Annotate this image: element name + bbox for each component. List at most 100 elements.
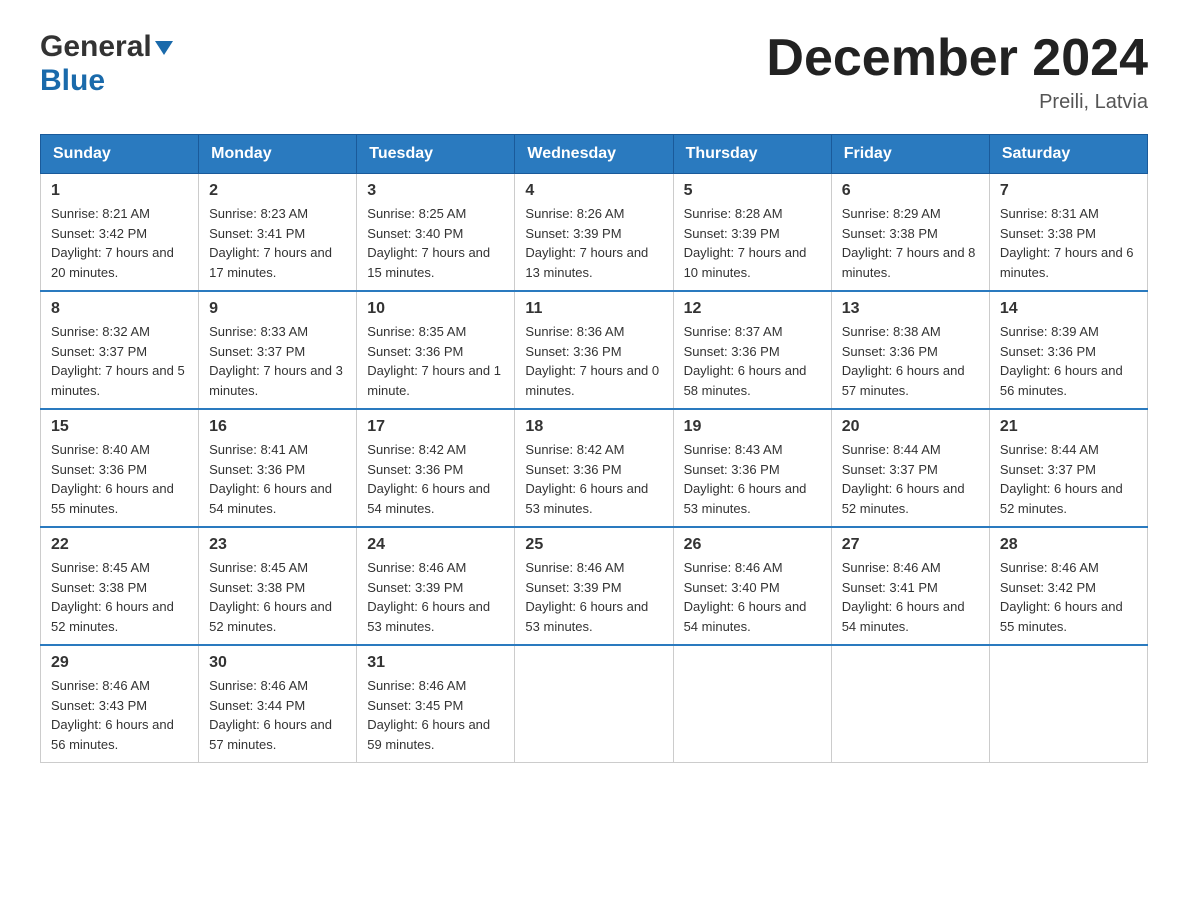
calendar-day-15: 15 Sunrise: 8:40 AM Sunset: 3:36 PM Dayl… — [41, 409, 199, 527]
calendar-table: Sunday Monday Tuesday Wednesday Thursday… — [40, 134, 1148, 763]
day-number: 20 — [842, 418, 979, 436]
day-info: Sunrise: 8:43 AM Sunset: 3:36 PM Dayligh… — [684, 440, 821, 518]
day-number: 28 — [1000, 536, 1137, 554]
day-number: 31 — [367, 654, 504, 672]
day-info: Sunrise: 8:46 AM Sunset: 3:39 PM Dayligh… — [525, 558, 662, 636]
day-info: Sunrise: 8:42 AM Sunset: 3:36 PM Dayligh… — [367, 440, 504, 518]
day-number: 2 — [209, 182, 346, 200]
calendar-day-3: 3 Sunrise: 8:25 AM Sunset: 3:40 PM Dayli… — [357, 174, 515, 292]
day-info: Sunrise: 8:42 AM Sunset: 3:36 PM Dayligh… — [525, 440, 662, 518]
calendar-week-3: 15 Sunrise: 8:40 AM Sunset: 3:36 PM Dayl… — [41, 409, 1148, 527]
calendar-day-28: 28 Sunrise: 8:46 AM Sunset: 3:42 PM Dayl… — [989, 527, 1147, 645]
calendar-week-2: 8 Sunrise: 8:32 AM Sunset: 3:37 PM Dayli… — [41, 291, 1148, 409]
calendar-day-22: 22 Sunrise: 8:45 AM Sunset: 3:38 PM Dayl… — [41, 527, 199, 645]
day-info: Sunrise: 8:36 AM Sunset: 3:36 PM Dayligh… — [525, 322, 662, 400]
day-number: 4 — [525, 182, 662, 200]
calendar-day-27: 27 Sunrise: 8:46 AM Sunset: 3:41 PM Dayl… — [831, 527, 989, 645]
calendar-day-6: 6 Sunrise: 8:29 AM Sunset: 3:38 PM Dayli… — [831, 174, 989, 292]
calendar-day-24: 24 Sunrise: 8:46 AM Sunset: 3:39 PM Dayl… — [357, 527, 515, 645]
day-info: Sunrise: 8:39 AM Sunset: 3:36 PM Dayligh… — [1000, 322, 1137, 400]
location-label: Preili, Latvia — [766, 91, 1148, 114]
calendar-empty-4-3 — [515, 645, 673, 763]
day-info: Sunrise: 8:31 AM Sunset: 3:38 PM Dayligh… — [1000, 204, 1137, 282]
calendar-day-8: 8 Sunrise: 8:32 AM Sunset: 3:37 PM Dayli… — [41, 291, 199, 409]
day-info: Sunrise: 8:38 AM Sunset: 3:36 PM Dayligh… — [842, 322, 979, 400]
calendar-day-16: 16 Sunrise: 8:41 AM Sunset: 3:36 PM Dayl… — [199, 409, 357, 527]
calendar-day-12: 12 Sunrise: 8:37 AM Sunset: 3:36 PM Dayl… — [673, 291, 831, 409]
day-number: 22 — [51, 536, 188, 554]
calendar-empty-4-5 — [831, 645, 989, 763]
day-info: Sunrise: 8:46 AM Sunset: 3:44 PM Dayligh… — [209, 676, 346, 754]
day-number: 24 — [367, 536, 504, 554]
calendar-day-25: 25 Sunrise: 8:46 AM Sunset: 3:39 PM Dayl… — [515, 527, 673, 645]
logo-blue-text: Blue — [40, 64, 105, 97]
calendar-day-29: 29 Sunrise: 8:46 AM Sunset: 3:43 PM Dayl… — [41, 645, 199, 763]
calendar-day-9: 9 Sunrise: 8:33 AM Sunset: 3:37 PM Dayli… — [199, 291, 357, 409]
header-friday: Friday — [831, 135, 989, 174]
header-wednesday: Wednesday — [515, 135, 673, 174]
calendar-day-18: 18 Sunrise: 8:42 AM Sunset: 3:36 PM Dayl… — [515, 409, 673, 527]
calendar-day-1: 1 Sunrise: 8:21 AM Sunset: 3:42 PM Dayli… — [41, 174, 199, 292]
day-number: 5 — [684, 182, 821, 200]
day-number: 27 — [842, 536, 979, 554]
header-tuesday: Tuesday — [357, 135, 515, 174]
logo-triangle-icon — [155, 41, 173, 55]
day-info: Sunrise: 8:29 AM Sunset: 3:38 PM Dayligh… — [842, 204, 979, 282]
day-number: 25 — [525, 536, 662, 554]
day-number: 26 — [684, 536, 821, 554]
calendar-day-4: 4 Sunrise: 8:26 AM Sunset: 3:39 PM Dayli… — [515, 174, 673, 292]
header-thursday: Thursday — [673, 135, 831, 174]
day-info: Sunrise: 8:23 AM Sunset: 3:41 PM Dayligh… — [209, 204, 346, 282]
calendar-week-5: 29 Sunrise: 8:46 AM Sunset: 3:43 PM Dayl… — [41, 645, 1148, 763]
day-number: 16 — [209, 418, 346, 436]
day-number: 11 — [525, 300, 662, 318]
header-monday: Monday — [199, 135, 357, 174]
calendar-day-14: 14 Sunrise: 8:39 AM Sunset: 3:36 PM Dayl… — [989, 291, 1147, 409]
calendar-day-21: 21 Sunrise: 8:44 AM Sunset: 3:37 PM Dayl… — [989, 409, 1147, 527]
day-number: 15 — [51, 418, 188, 436]
day-number: 3 — [367, 182, 504, 200]
title-section: December 2024 Preili, Latvia — [766, 30, 1148, 114]
calendar-day-26: 26 Sunrise: 8:46 AM Sunset: 3:40 PM Dayl… — [673, 527, 831, 645]
day-number: 1 — [51, 182, 188, 200]
month-title: December 2024 — [766, 30, 1148, 87]
day-info: Sunrise: 8:25 AM Sunset: 3:40 PM Dayligh… — [367, 204, 504, 282]
header-sunday: Sunday — [41, 135, 199, 174]
day-info: Sunrise: 8:26 AM Sunset: 3:39 PM Dayligh… — [525, 204, 662, 282]
day-number: 13 — [842, 300, 979, 318]
calendar-empty-4-6 — [989, 645, 1147, 763]
header-saturday: Saturday — [989, 135, 1147, 174]
day-number: 29 — [51, 654, 188, 672]
day-info: Sunrise: 8:41 AM Sunset: 3:36 PM Dayligh… — [209, 440, 346, 518]
day-info: Sunrise: 8:40 AM Sunset: 3:36 PM Dayligh… — [51, 440, 188, 518]
day-number: 30 — [209, 654, 346, 672]
day-number: 10 — [367, 300, 504, 318]
calendar-day-10: 10 Sunrise: 8:35 AM Sunset: 3:36 PM Dayl… — [357, 291, 515, 409]
day-info: Sunrise: 8:21 AM Sunset: 3:42 PM Dayligh… — [51, 204, 188, 282]
day-info: Sunrise: 8:28 AM Sunset: 3:39 PM Dayligh… — [684, 204, 821, 282]
day-info: Sunrise: 8:44 AM Sunset: 3:37 PM Dayligh… — [1000, 440, 1137, 518]
day-number: 8 — [51, 300, 188, 318]
calendar-empty-4-4 — [673, 645, 831, 763]
day-number: 14 — [1000, 300, 1137, 318]
calendar-day-31: 31 Sunrise: 8:46 AM Sunset: 3:45 PM Dayl… — [357, 645, 515, 763]
calendar-day-2: 2 Sunrise: 8:23 AM Sunset: 3:41 PM Dayli… — [199, 174, 357, 292]
day-info: Sunrise: 8:37 AM Sunset: 3:36 PM Dayligh… — [684, 322, 821, 400]
calendar-week-1: 1 Sunrise: 8:21 AM Sunset: 3:42 PM Dayli… — [41, 174, 1148, 292]
day-info: Sunrise: 8:46 AM Sunset: 3:45 PM Dayligh… — [367, 676, 504, 754]
day-info: Sunrise: 8:46 AM Sunset: 3:40 PM Dayligh… — [684, 558, 821, 636]
day-number: 6 — [842, 182, 979, 200]
calendar-day-5: 5 Sunrise: 8:28 AM Sunset: 3:39 PM Dayli… — [673, 174, 831, 292]
day-number: 23 — [209, 536, 346, 554]
day-info: Sunrise: 8:35 AM Sunset: 3:36 PM Dayligh… — [367, 322, 504, 400]
day-info: Sunrise: 8:32 AM Sunset: 3:37 PM Dayligh… — [51, 322, 188, 400]
day-info: Sunrise: 8:45 AM Sunset: 3:38 PM Dayligh… — [51, 558, 188, 636]
calendar-day-20: 20 Sunrise: 8:44 AM Sunset: 3:37 PM Dayl… — [831, 409, 989, 527]
logo-general-text: General — [40, 30, 152, 64]
logo: General Blue — [40, 30, 173, 98]
day-info: Sunrise: 8:46 AM Sunset: 3:43 PM Dayligh… — [51, 676, 188, 754]
day-number: 19 — [684, 418, 821, 436]
day-number: 7 — [1000, 182, 1137, 200]
calendar-day-11: 11 Sunrise: 8:36 AM Sunset: 3:36 PM Dayl… — [515, 291, 673, 409]
calendar-day-19: 19 Sunrise: 8:43 AM Sunset: 3:36 PM Dayl… — [673, 409, 831, 527]
